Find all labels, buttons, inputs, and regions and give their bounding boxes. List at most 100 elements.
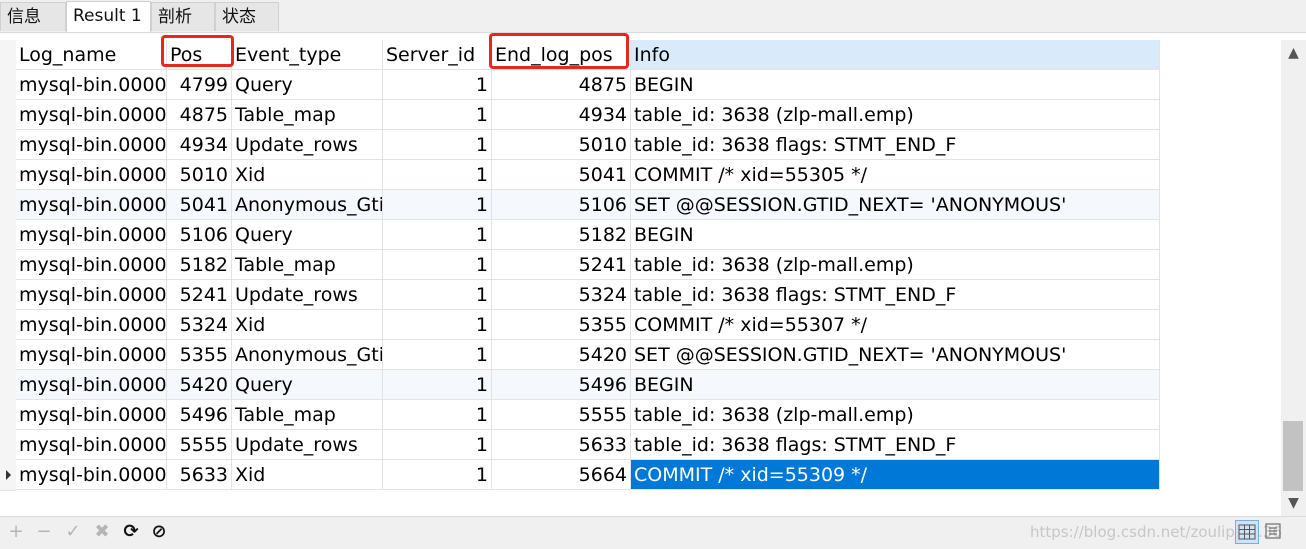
scroll-up-icon[interactable]: ▲	[1281, 40, 1306, 66]
cell-pos[interactable]: 5324	[167, 310, 232, 340]
cell-log-name[interactable]: mysql-bin.00000	[16, 220, 167, 250]
row-indicator-cell[interactable]	[0, 370, 16, 401]
cell-info[interactable]: SET @@SESSION.GTID_NEXT= 'ANONYMOUS'	[631, 190, 1160, 220]
cell-server-id[interactable]: 1	[383, 250, 492, 280]
cell-server-id[interactable]: 1	[383, 220, 492, 250]
cell-event-type[interactable]: Anonymous_Gtid	[232, 340, 383, 370]
cell-info[interactable]: table_id: 3638 flags: STMT_END_F	[631, 280, 1160, 310]
cell-end-log-pos[interactable]: 5241	[492, 250, 631, 280]
cell-end-log-pos[interactable]: 4875	[492, 70, 631, 100]
row-indicator-cell[interactable]	[0, 310, 16, 341]
table-row[interactable]: mysql-bin.00000 5324 Xid 1 5355 COMMIT /* xid…	[0, 310, 1160, 341]
cell-pos[interactable]: 5496	[167, 400, 232, 430]
cell-pos[interactable]: 5106	[167, 220, 232, 250]
table-row[interactable]: mysql-bin.00000 5106 Query 1 5182 BEGIN	[0, 220, 1160, 251]
cell-server-id[interactable]: 1	[383, 460, 492, 490]
row-indicator-cell[interactable]	[0, 280, 16, 311]
row-indicator-cell[interactable]	[0, 460, 16, 491]
cell-log-name[interactable]: mysql-bin.00000	[16, 460, 167, 490]
column-header-log-name[interactable]: Log_name	[16, 40, 167, 70]
cell-info[interactable]: table_id: 3638 flags: STMT_END_F	[631, 130, 1160, 160]
table-row[interactable]: mysql-bin.00000 5496 Table_map 1 5555 table_i…	[0, 400, 1160, 431]
plus-icon[interactable]: +	[5, 521, 27, 543]
row-indicator-cell[interactable]	[0, 190, 16, 221]
table-row[interactable]: mysql-bin.00000 4799 Query 1 4875 BEGIN	[0, 70, 1160, 101]
table-row[interactable]: mysql-bin.00000 5241 Update_rows 1 5324 table…	[0, 280, 1160, 311]
cell-event-type[interactable]: Xid	[232, 460, 383, 490]
cell-server-id[interactable]: 1	[383, 310, 492, 340]
cell-log-name[interactable]: mysql-bin.00000	[16, 70, 167, 100]
tab-result-1[interactable]: Result 1	[66, 1, 151, 32]
cell-log-name[interactable]: mysql-bin.00000	[16, 130, 167, 160]
cell-pos[interactable]: 5241	[167, 280, 232, 310]
cell-info[interactable]: COMMIT /* xid=55307 */	[631, 310, 1160, 340]
row-indicator-cell[interactable]	[0, 100, 16, 131]
table-row[interactable]: mysql-bin.00000 5555 Update_rows 1 5633 table…	[0, 430, 1160, 461]
table-row[interactable]: mysql-bin.00000 5010 Xid 1 5041 COMMIT /* xid…	[0, 160, 1160, 191]
cell-end-log-pos[interactable]: 4934	[492, 100, 631, 130]
cell-event-type[interactable]: Update_rows	[232, 430, 383, 460]
table-row[interactable]: mysql-bin.00000 5355 Anonymous_Gtid 1 5420 SE…	[0, 340, 1160, 371]
cell-end-log-pos[interactable]: 5496	[492, 370, 631, 400]
cell-log-name[interactable]: mysql-bin.00000	[16, 280, 167, 310]
cell-log-name[interactable]: mysql-bin.00000	[16, 250, 167, 280]
row-indicator-cell[interactable]	[0, 400, 16, 431]
cell-server-id[interactable]: 1	[383, 160, 492, 190]
cell-info[interactable]: BEGIN	[631, 220, 1160, 250]
cell-server-id[interactable]: 1	[383, 190, 492, 220]
row-indicator-cell[interactable]	[0, 130, 16, 161]
refresh-icon[interactable]: ⟳	[120, 521, 142, 543]
cell-pos[interactable]: 4875	[167, 100, 232, 130]
row-indicator-cell[interactable]	[0, 430, 16, 461]
cell-info[interactable]: table_id: 3638 (zlp-mall.emp)	[631, 100, 1160, 130]
row-indicator-cell[interactable]	[0, 220, 16, 251]
cell-end-log-pos[interactable]: 5182	[492, 220, 631, 250]
cell-event-type[interactable]: Anonymous_Gtid	[232, 190, 383, 220]
cell-log-name[interactable]: mysql-bin.00000	[16, 190, 167, 220]
cell-server-id[interactable]: 1	[383, 370, 492, 400]
table-row[interactable]: mysql-bin.00000 5633 Xid 1 5664 COMMIT /* xid…	[0, 460, 1160, 491]
column-header-server-id[interactable]: Server_id	[383, 40, 492, 70]
cell-event-type[interactable]: Update_rows	[232, 280, 383, 310]
cell-event-type[interactable]: Xid	[232, 160, 383, 190]
cell-info[interactable]: BEGIN	[631, 370, 1160, 400]
column-header-info[interactable]: Info	[631, 40, 1160, 70]
cell-pos[interactable]: 5355	[167, 340, 232, 370]
cell-end-log-pos[interactable]: 5355	[492, 310, 631, 340]
cell-server-id[interactable]: 1	[383, 70, 492, 100]
cell-log-name[interactable]: mysql-bin.00000	[16, 100, 167, 130]
vertical-scrollbar[interactable]: ▲ ▼	[1281, 40, 1306, 516]
table-row[interactable]: mysql-bin.00000 5041 Anonymous_Gtid 1 5106 SE…	[0, 190, 1160, 221]
form-view-icon[interactable]	[1262, 520, 1286, 544]
cell-end-log-pos[interactable]: 5324	[492, 280, 631, 310]
cell-server-id[interactable]: 1	[383, 430, 492, 460]
cell-end-log-pos[interactable]: 5420	[492, 340, 631, 370]
cell-end-log-pos[interactable]: 5555	[492, 400, 631, 430]
scrollbar-thumb[interactable]	[1283, 421, 1303, 491]
cell-event-type[interactable]: Table_map	[232, 100, 383, 130]
cell-log-name[interactable]: mysql-bin.00000	[16, 340, 167, 370]
column-header-event-type[interactable]: Event_type	[232, 40, 383, 70]
cell-info[interactable]: COMMIT /* xid=55305 */	[631, 160, 1160, 190]
cell-info[interactable]: SET @@SESSION.GTID_NEXT= 'ANONYMOUS'	[631, 340, 1160, 370]
cell-pos[interactable]: 4799	[167, 70, 232, 100]
cell-server-id[interactable]: 1	[383, 340, 492, 370]
cell-pos[interactable]: 5010	[167, 160, 232, 190]
row-indicator-cell[interactable]	[0, 160, 16, 191]
cell-event-type[interactable]: Query	[232, 70, 383, 100]
cell-event-type[interactable]: Xid	[232, 310, 383, 340]
cell-end-log-pos[interactable]: 5106	[492, 190, 631, 220]
table-row[interactable]: mysql-bin.00000 5420 Query 1 5496 BEGIN	[0, 370, 1160, 401]
grid-view-icon[interactable]	[1235, 520, 1259, 544]
check-icon[interactable]: ✓	[62, 521, 84, 543]
tab-status[interactable]: 状态	[215, 2, 279, 31]
tab-profile[interactable]: 剖析	[151, 2, 215, 31]
cell-log-name[interactable]: mysql-bin.00000	[16, 430, 167, 460]
scroll-down-icon[interactable]: ▼	[1281, 490, 1306, 516]
cell-pos[interactable]: 4934	[167, 130, 232, 160]
cell-end-log-pos[interactable]: 5010	[492, 130, 631, 160]
cell-server-id[interactable]: 1	[383, 130, 492, 160]
cell-pos[interactable]: 5420	[167, 370, 232, 400]
cell-info[interactable]: table_id: 3638 (zlp-mall.emp)	[631, 250, 1160, 280]
cell-info[interactable]: COMMIT /* xid=55309 */	[631, 460, 1160, 490]
